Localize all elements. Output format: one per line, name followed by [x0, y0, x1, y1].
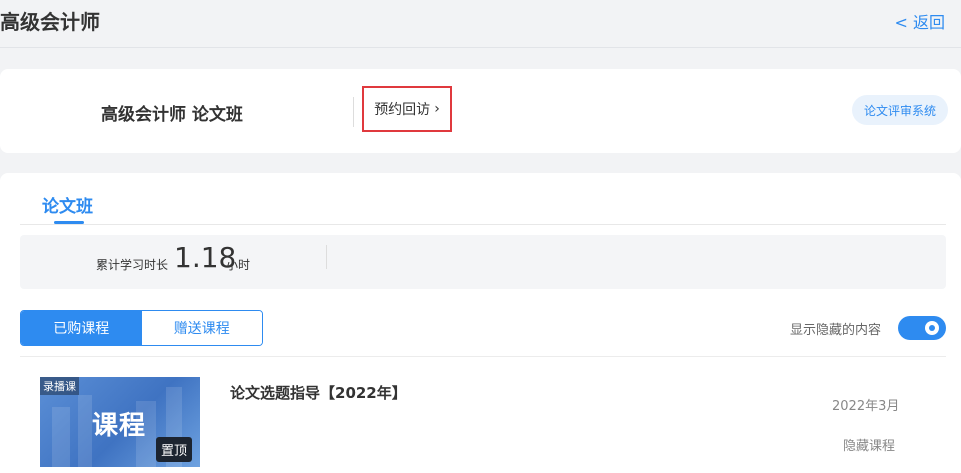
stats-divider	[326, 245, 327, 269]
list-divider	[20, 356, 946, 357]
top-bar: 高级会计师 < 返回	[0, 0, 961, 48]
course-item-date: 2022年3月	[832, 399, 900, 414]
study-time-unit: 小时	[226, 258, 251, 272]
paper-review-system-button[interactable]: 论文评审系统	[852, 95, 948, 125]
course-item-title[interactable]: 论文选题指导【2022年】	[230, 382, 407, 403]
appointment-label: 预约回访	[374, 102, 431, 118]
divider	[353, 97, 354, 127]
course-header-card: 高级会计师 论文班 预约回访 › 论文评审系统	[0, 69, 961, 153]
purchased-courses-tab[interactable]: 已购课程	[21, 311, 142, 345]
thumbnail-building	[78, 395, 92, 467]
toggle-knob	[925, 321, 939, 335]
appointment-button[interactable]: 预约回访 ›	[362, 86, 452, 132]
tab-paper-class[interactable]: 论文班	[42, 192, 93, 217]
page-title: 高级会计师	[0, 10, 100, 34]
study-time-label: 累计学习时长	[96, 258, 169, 272]
show-hidden-label: 显示隐藏的内容	[790, 323, 882, 338]
main-panel: 论文班 累计学习时长 1.18 小时 已购课程 赠送课程 显示隐藏的内容 录播课…	[0, 173, 961, 473]
recorded-course-tag: 录播课	[40, 377, 79, 395]
show-hidden-toggle[interactable]	[898, 316, 946, 340]
gifted-courses-tab[interactable]: 赠送课程	[141, 311, 262, 345]
thumbnail-building	[52, 407, 70, 467]
back-link[interactable]: < 返回	[895, 9, 946, 33]
course-thumbnail[interactable]: 录播课 课程 置顶	[40, 377, 200, 467]
thumbnail-word: 课程	[92, 411, 147, 441]
tab-divider	[20, 224, 946, 225]
course-type-switch: 已购课程 赠送课程	[20, 310, 263, 346]
course-name: 高级会计师 论文班	[101, 105, 243, 125]
study-stats-panel: 累计学习时长 1.18 小时	[20, 235, 946, 289]
pinned-badge: 置顶	[156, 437, 193, 462]
chevron-right-icon: ›	[434, 101, 440, 117]
hide-course-button[interactable]: 隐藏课程	[843, 435, 895, 454]
